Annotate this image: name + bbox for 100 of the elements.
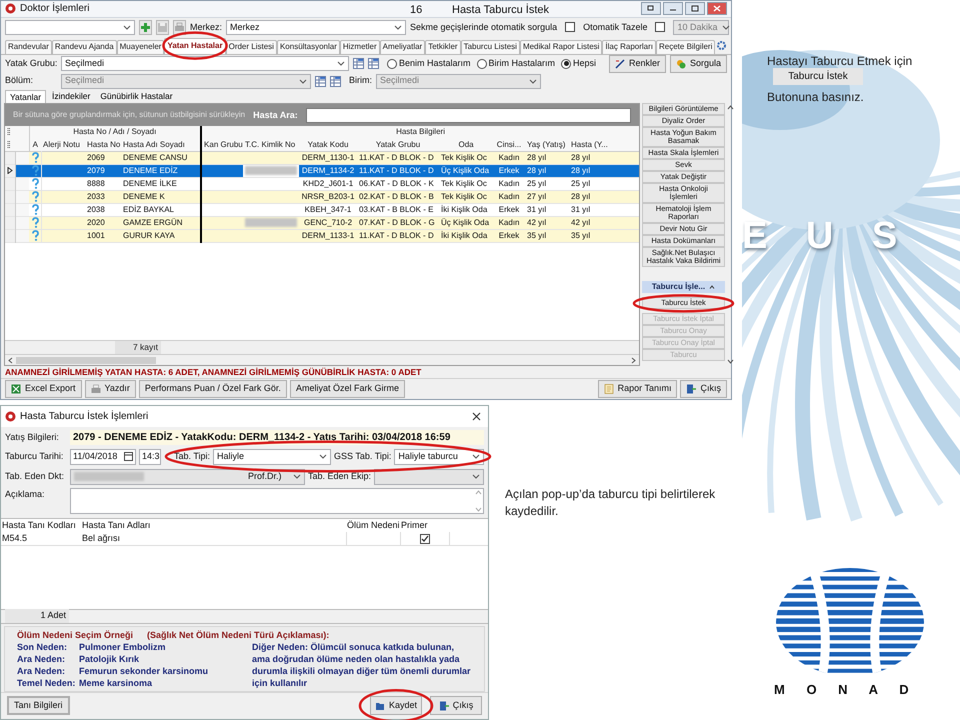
hint-text: Bir sütuna göre gruplandırmak için, sütunun üstbilgisini sürükleyin xyxy=(13,109,246,122)
team-dropdown[interactable] xyxy=(374,468,484,484)
radio-button[interactable] xyxy=(561,58,572,69)
print-button[interactable] xyxy=(173,20,186,35)
tab[interactable]: Tetkikler xyxy=(425,40,461,54)
tab[interactable]: Günübirlik Hastalar xyxy=(96,90,177,104)
table-row[interactable]: 2020 GAMZE ERGÜN GENC_710-2 07.KAT - D BLOK - G Üç Kişlik Oda Kadın 42 yıl 42 yıl xyxy=(5,216,639,230)
column-header[interactable]: Alerji Notu xyxy=(41,138,85,152)
date-field[interactable]: 11/04/2018 xyxy=(70,448,136,464)
radio-button[interactable] xyxy=(387,58,397,69)
close-icon xyxy=(712,4,722,14)
table-cell: 25 yıl xyxy=(569,177,614,190)
table-row[interactable]: 1001 GURUR KAYA DERM_1133-1 11.KAT - D BLOK - D İki Kişlik Oda Erkek 35 yıl 35 yıl xyxy=(5,229,639,242)
tab[interactable]: Taburcu Listesi xyxy=(460,40,520,54)
table-cell: GURUR KAYA xyxy=(121,229,202,242)
field-label: Tab. Eden Ekip: xyxy=(308,470,372,483)
field-label: Yatak Grubu: xyxy=(5,56,57,70)
add-button[interactable] xyxy=(139,20,152,35)
report-icon xyxy=(604,384,614,394)
tab[interactable]: Konsültasyonlar xyxy=(276,40,340,54)
table-cell: Erkek xyxy=(493,229,526,242)
tab[interactable]: Ameliyatlar xyxy=(380,40,426,54)
table-row[interactable]: 2038 EDİZ BAYKAL KBEH_347-1 03.KAT - B BLOK - E İki Kişlik Oda Erkek 31 yıl 31 yıl xyxy=(5,203,639,216)
column-header[interactable]: A xyxy=(29,138,41,152)
save-icon xyxy=(374,700,385,711)
doctor-dropdown[interactable]: Prof.Dr.) xyxy=(70,468,305,484)
column-header[interactable]: Ölüm Nedeni xyxy=(346,518,400,532)
table-row[interactable]: 2069 DENEME CANSU DERM_1130-1 11.KAT - D BLOK - D Tek Kişlik Oc Kadın 28 yıl 28 yıl xyxy=(5,151,639,164)
horizontal-scrollbar[interactable] xyxy=(5,354,639,366)
scroll-down-icon xyxy=(475,507,482,512)
table-row[interactable]: 8888 DENEME İLKE KHD2_J601-1 06.KAT - D BLOK - K Tek Kişlik Oc Kadın 25 yıl 25 yıl xyxy=(5,177,639,190)
option-label: Sekme geçişlerinde otomatik sorgula xyxy=(410,20,558,34)
yatak-grubu-dropdown[interactable]: Seçilmedi xyxy=(61,56,349,72)
column-header[interactable]: Hasta Tanı Adları xyxy=(81,518,346,532)
radio-label: Hepsi xyxy=(573,56,596,70)
logo-text: M O N A D xyxy=(774,681,918,699)
table-row[interactable]: 2079 DENEME EDİZ DERM_1134-2 11.KAT - D BLOK - D Üç Kişlik Oda Erkek 28 yıl 28 yıl xyxy=(5,164,639,178)
table-cell: Kadın xyxy=(493,177,526,190)
column-header[interactable]: Hasta No xyxy=(85,138,121,152)
description-field[interactable] xyxy=(70,488,484,514)
minimize-button[interactable] xyxy=(663,2,683,16)
maximize-button[interactable] xyxy=(685,2,705,16)
checkbox[interactable] xyxy=(420,534,430,544)
table-row[interactable]: 2033 DENEME K NRSR_B203-1 02.KAT - D BLOK - B Tek Kişlik Oc Kadın 27 yıl 28 yıl xyxy=(5,190,639,204)
button[interactable]: Rapor Tanımı xyxy=(598,380,678,398)
pin-button[interactable] xyxy=(641,2,661,16)
tab[interactable]: İlaç Raporları xyxy=(602,40,656,54)
column-header[interactable]: Hasta (Y... xyxy=(569,138,614,152)
column-header[interactable]: Cinsi... xyxy=(493,138,526,152)
button[interactable]: Excel Export xyxy=(5,380,82,398)
radio-button[interactable] xyxy=(476,58,487,69)
column-header[interactable]: Yatak Grubu xyxy=(357,138,440,152)
column-header[interactable]: Oda xyxy=(439,138,494,152)
calendar-icon xyxy=(124,452,133,461)
tab[interactable]: Yatanlar xyxy=(5,90,46,104)
tab[interactable]: Hizmetler xyxy=(340,40,380,54)
info-label: Son Neden: xyxy=(17,640,68,653)
question-mark-icon xyxy=(31,204,40,216)
button[interactable]: Yazdır xyxy=(84,380,136,398)
button[interactable]: Çıkış xyxy=(430,696,482,716)
table-cell: KHD2_J601-1 xyxy=(299,177,358,190)
tab[interactable]: Randevular xyxy=(5,40,52,54)
button[interactable]: Performans Puan / Özel Fark Gör. xyxy=(138,380,287,398)
tab[interactable]: Reçete Bilgileri xyxy=(656,40,716,54)
gss-discharge-type-dropdown[interactable]: Haliyle taburcu xyxy=(394,448,484,464)
checkbox[interactable] xyxy=(655,22,666,32)
column-chooser-icon xyxy=(330,76,341,86)
status-text: ANAMNEZİ GİRİLMEMİŞ YATAN HASTA: 6 ADET, ANAMNEZİ GİRİLMEMİŞ GÜNÜBİRLİK HASTA: 0 ADET xyxy=(4,366,422,378)
tab[interactable]: Medikal Rapor Listesi xyxy=(520,40,602,54)
button[interactable]: Tanı Bilgileri xyxy=(7,696,70,716)
discharge-type-dropdown[interactable]: Haliyle xyxy=(213,448,332,464)
question-mark-icon xyxy=(31,165,40,176)
question-mark-icon xyxy=(31,191,40,202)
column-header[interactable]: Kan Grubu xyxy=(201,138,244,152)
time-field[interactable]: 14:3 xyxy=(139,448,161,464)
button[interactable]: Sorgula xyxy=(670,54,727,73)
button-sample: Taburcu İstek xyxy=(773,68,863,85)
table-cell: 28 yıl xyxy=(569,164,614,178)
button[interactable]: Çıkış xyxy=(680,380,727,398)
column-header[interactable]: Yatak Kodu xyxy=(299,138,358,152)
column-header[interactable]: Hasta Tanı Kodları xyxy=(1,518,81,532)
column-header[interactable]: Primer xyxy=(400,518,450,532)
search-field[interactable] xyxy=(306,108,631,123)
column-header[interactable]: Yaş (Yatış) xyxy=(525,138,570,152)
question-mark-icon xyxy=(31,217,40,228)
checkbox[interactable] xyxy=(565,22,576,32)
tab[interactable]: İzindekiler xyxy=(48,90,94,104)
button[interactable]: Renkler xyxy=(608,54,666,73)
tab[interactable]: Order Listesi xyxy=(226,40,277,54)
scrollbar-thumb[interactable] xyxy=(16,356,156,364)
field-label: Hasta Ara: xyxy=(253,108,298,122)
tab[interactable]: Muayeneler xyxy=(116,40,164,54)
tab[interactable]: Yatan Hastalar xyxy=(164,38,226,54)
merkez-dropdown[interactable]: Merkez xyxy=(226,20,406,35)
button[interactable]: Kaydet xyxy=(370,696,422,716)
info-value: Meme karsinoma xyxy=(79,676,154,689)
group-header[interactable]: Taburcu İşle... xyxy=(642,281,725,294)
tab[interactable]: Randevu Ajanda xyxy=(52,40,117,54)
column-header[interactable]: T.C. Kimlik No xyxy=(243,138,300,152)
button[interactable]: Ameliyat Özel Fark Girme xyxy=(290,380,405,398)
